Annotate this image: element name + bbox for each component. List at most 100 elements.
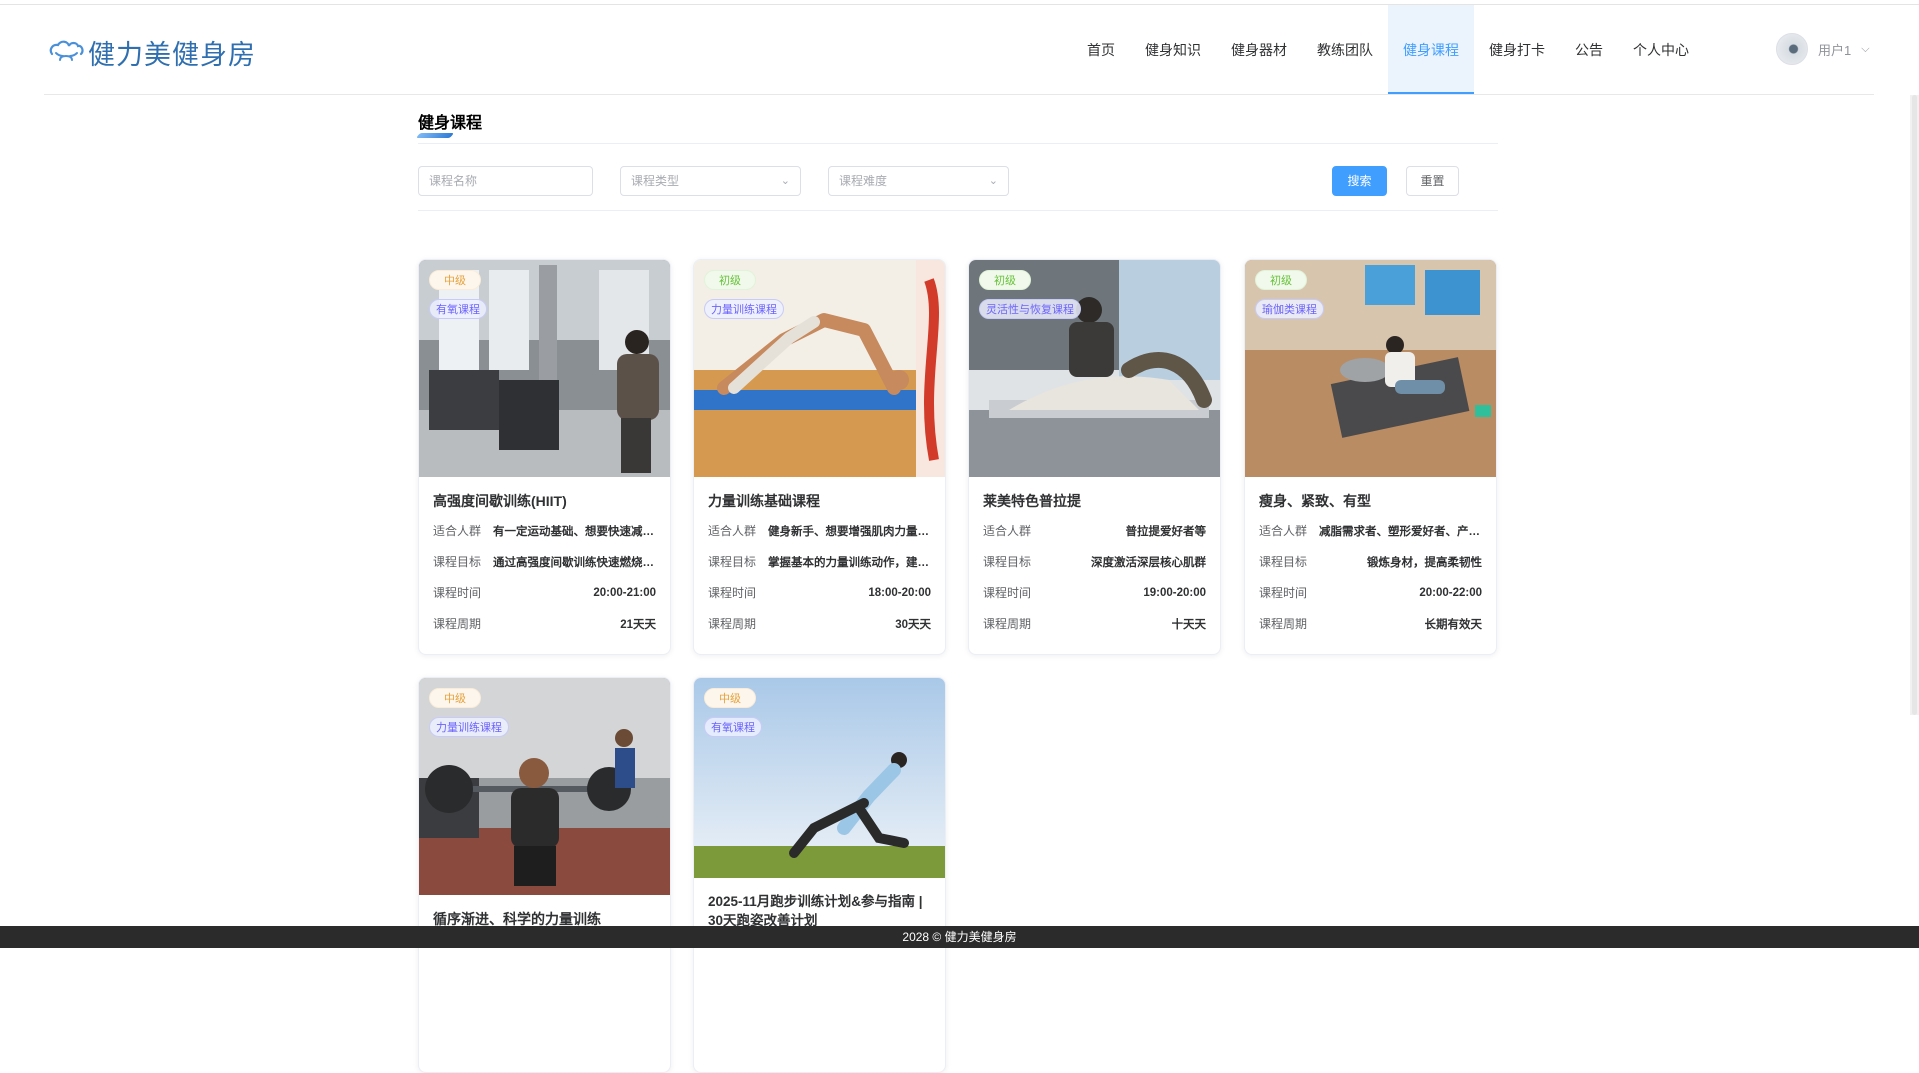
nav-equipment[interactable]: 健身器材 bbox=[1216, 5, 1302, 94]
level-badge: 中级 bbox=[429, 270, 481, 290]
avatar[interactable] bbox=[1776, 33, 1808, 65]
course-goal-row: 课程目标 锻炼身材，提高柔韧性 bbox=[1245, 546, 1496, 577]
field-value: 长期有效天 bbox=[1424, 618, 1483, 631]
field-label: 课程目标 bbox=[983, 555, 1032, 569]
title-divider bbox=[418, 143, 1498, 144]
field-label: 适合人群 bbox=[433, 524, 482, 538]
filter-bar: 课程名称 课程类型 ⌄ 课程难度 ⌄ 搜索 重置 bbox=[418, 166, 1498, 196]
course-time-row: 课程时间 18:00-20:00 bbox=[694, 577, 945, 608]
main-nav: 首页 健身知识 健身器材 教练团队 健身课程 健身打卡 公告 个人中心 bbox=[1072, 5, 1704, 94]
course-time-row: 课程时间 20:00-21:00 bbox=[419, 577, 670, 608]
field-label: 课程时间 bbox=[1259, 586, 1308, 600]
course-name: 瘦身、紧致、有型 bbox=[1259, 493, 1371, 509]
main-content: 健身课程 课程名称 课程类型 ⌄ 课程难度 ⌄ 搜索 重置 中级 有氧课程 高强… bbox=[418, 95, 1498, 1073]
field-label: 课程目标 bbox=[1259, 555, 1308, 569]
course-period-row: 课程周期 21天天 bbox=[419, 608, 670, 639]
course-type-placeholder: 课程类型 bbox=[631, 174, 680, 188]
course-image: 中级 力量训练课程 bbox=[419, 678, 670, 895]
field-value: 减脂需求者、塑形爱好者、产后恢复者 bbox=[1319, 525, 1482, 538]
nav-home[interactable]: 首页 bbox=[1072, 5, 1130, 94]
nav-announcement[interactable]: 公告 bbox=[1560, 5, 1618, 94]
reset-button[interactable]: 重置 bbox=[1406, 166, 1459, 196]
course-card[interactable]: 初级 灵活性与恢复课程 莱美特色普拉提 适合人群 普拉提爱好者等 课程目标 深度激活… bbox=[968, 259, 1221, 655]
course-image: 中级 有氧课程 bbox=[694, 678, 945, 878]
field-label: 课程周期 bbox=[433, 617, 482, 631]
course-name-input[interactable]: 课程名称 bbox=[418, 166, 593, 196]
field-value: 20:00-21:00 bbox=[593, 586, 656, 599]
nav-coach-team[interactable]: 教练团队 bbox=[1302, 5, 1388, 94]
scrollbar-thumb[interactable] bbox=[1912, 95, 1917, 715]
course-card[interactable]: 初级 瑜伽类课程 瘦身、紧致、有型 适合人群减脂需求者、塑形爱好者、产后恢复者 … bbox=[1244, 259, 1497, 655]
level-badge: 初级 bbox=[1255, 270, 1307, 290]
field-value: 通过高强度间歇训练快速燃烧脂肪 bbox=[493, 556, 656, 569]
course-type-select[interactable]: 课程类型 ⌄ bbox=[620, 166, 801, 196]
nav-courses[interactable]: 健身课程 bbox=[1388, 5, 1474, 94]
field-value: 21天天 bbox=[620, 618, 656, 631]
course-period-row: 课程周期 30天天 bbox=[694, 608, 945, 639]
field-label: 适合人群 bbox=[983, 524, 1032, 538]
field-label: 课程时间 bbox=[708, 586, 757, 600]
field-value: 锻炼身材，提高柔韧性 bbox=[1367, 556, 1482, 569]
chevron-down-icon: ⌄ bbox=[988, 175, 998, 187]
field-label: 课程周期 bbox=[708, 617, 757, 631]
course-goal-row: 课程目标 深度激活深层核心肌群 bbox=[969, 546, 1220, 577]
field-label: 课程时间 bbox=[433, 586, 482, 600]
nav-checkin[interactable]: 健身打卡 bbox=[1474, 5, 1560, 94]
course-image: 初级 灵活性与恢复课程 bbox=[969, 260, 1220, 477]
course-image: 初级 力量训练课程 bbox=[694, 260, 945, 477]
search-button[interactable]: 搜索 bbox=[1332, 166, 1387, 196]
type-badge: 灵活性与恢复课程 bbox=[979, 299, 1081, 319]
course-audience-row: 适合人群健身新手、想要增强肌肉力量的人群 bbox=[694, 515, 945, 546]
field-label: 适合人群 bbox=[1259, 524, 1308, 538]
course-time-row: 课程时间 19:00-20:00 bbox=[969, 577, 1220, 608]
page-scrollbar[interactable] bbox=[1910, 95, 1919, 715]
nav-personal-center[interactable]: 个人中心 bbox=[1618, 5, 1704, 94]
field-label: 课程目标 bbox=[433, 555, 482, 569]
nav-fitness-knowledge[interactable]: 健身知识 bbox=[1130, 5, 1216, 94]
field-value: 掌握基本的力量训练动作，建立正确姿势 bbox=[768, 556, 931, 569]
field-label: 课程周期 bbox=[1259, 617, 1308, 631]
field-value: 19:00-20:00 bbox=[1143, 586, 1206, 599]
user-menu[interactable]: 用户1 ⌵ bbox=[1776, 33, 1870, 65]
course-goal-row: 课程目标 通过高强度间歇训练快速燃烧脂肪 bbox=[419, 546, 670, 577]
course-image: 初级 瑜伽类课程 bbox=[1245, 260, 1496, 477]
field-value: 20:00-22:00 bbox=[1419, 586, 1482, 599]
course-image: 中级 有氧课程 bbox=[419, 260, 670, 477]
brand-name: 健力美健身房 bbox=[88, 40, 256, 70]
field-label: 课程周期 bbox=[983, 617, 1032, 631]
field-value: 十天天 bbox=[1171, 618, 1207, 631]
course-name: 高强度间歇训练(HIIT) bbox=[433, 493, 567, 509]
course-name: 2025-11月跑步训练计划&参与指南 | 30天跑姿改善计划 bbox=[708, 894, 923, 928]
course-name: 力量训练基础课程 bbox=[708, 493, 820, 509]
field-label: 课程时间 bbox=[983, 586, 1032, 600]
level-badge: 中级 bbox=[429, 688, 481, 708]
course-card[interactable]: 中级 有氧课程 2025-11月跑步训练计划&参与指南 | 30天跑姿改善计划 bbox=[693, 677, 946, 1073]
type-badge: 力量训练课程 bbox=[704, 299, 784, 319]
field-value: 深度激活深层核心肌群 bbox=[1091, 556, 1206, 569]
type-badge: 有氧课程 bbox=[704, 717, 762, 737]
dumbbell-logo-icon bbox=[49, 40, 84, 61]
site-header: 健力美健身房 首页 健身知识 健身器材 教练团队 健身课程 健身打卡 公告 个人… bbox=[44, 5, 1874, 95]
field-value: 健身新手、想要增强肌肉力量的人群 bbox=[768, 525, 931, 538]
course-name: 莱美特色普拉提 bbox=[983, 493, 1081, 509]
course-card[interactable]: 中级 力量训练课程 循序渐进、科学的力量训练 bbox=[418, 677, 671, 1073]
course-time-row: 课程时间 20:00-22:00 bbox=[1245, 577, 1496, 608]
field-value: 18:00-20:00 bbox=[868, 586, 931, 599]
chevron-down-icon[interactable]: ⌵ bbox=[1861, 43, 1869, 56]
course-card[interactable]: 初级 力量训练课程 力量训练基础课程 适合人群健身新手、想要增强肌肉力量的人群 … bbox=[693, 259, 946, 655]
course-audience-row: 适合人群减脂需求者、塑形爱好者、产后恢复者 bbox=[1245, 515, 1496, 546]
course-audience-row: 适合人群有一定运动基础、想要快速减脂的人群 bbox=[419, 515, 670, 546]
course-difficulty-placeholder: 课程难度 bbox=[839, 174, 888, 188]
level-badge: 初级 bbox=[979, 270, 1031, 290]
field-label: 课程目标 bbox=[708, 555, 757, 569]
brand-logo[interactable]: 健力美健身房 bbox=[48, 33, 256, 72]
user-name[interactable]: 用户1 bbox=[1818, 40, 1851, 59]
course-difficulty-select[interactable]: 课程难度 ⌄ bbox=[828, 166, 1009, 196]
type-badge: 有氧课程 bbox=[429, 299, 487, 319]
field-label: 适合人群 bbox=[708, 524, 757, 538]
site-footer: 2028 © 健力美健身房 bbox=[0, 926, 1919, 948]
course-card[interactable]: 中级 有氧课程 高强度间歇训练(HIIT) 适合人群 有一定运动基础、想要快速减脂… bbox=[418, 259, 671, 655]
field-value: 普拉提爱好者等 bbox=[1125, 525, 1207, 538]
page-title: 健身课程 bbox=[418, 109, 1498, 139]
level-badge: 中级 bbox=[704, 688, 756, 708]
